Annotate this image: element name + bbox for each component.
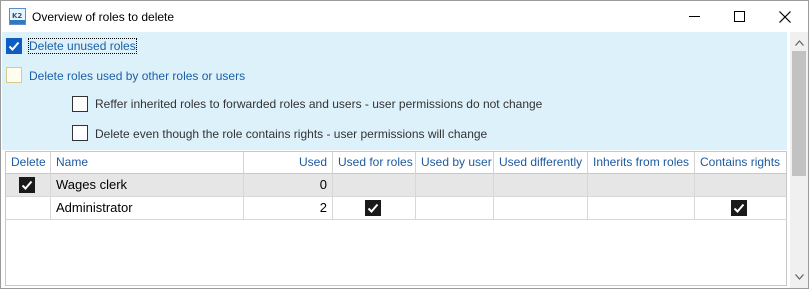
refer-inherited-checkbox[interactable] (72, 96, 88, 112)
cell-name: Wages clerk (51, 174, 244, 196)
delete-with-rights-checkbox[interactable] (72, 125, 88, 141)
app-icon-text: K2 (12, 12, 23, 20)
chevron-up-icon (794, 39, 804, 46)
close-icon (779, 10, 791, 23)
cell-used-for-roles (333, 174, 416, 196)
column-header-contains-rights[interactable]: Contains rights (695, 152, 786, 174)
column-header-used[interactable]: Used (244, 152, 333, 174)
check-icon (733, 203, 745, 213)
k2-app-icon: K2 (9, 8, 26, 25)
cell-used-by-user (416, 197, 494, 219)
close-button[interactable] (762, 1, 808, 32)
table-row[interactable]: Wages clerk 0 (6, 174, 786, 197)
delete-unused-label[interactable]: Delete unused roles (28, 38, 137, 54)
column-header-name[interactable]: Name (51, 152, 244, 174)
scroll-down-button[interactable] (790, 268, 808, 285)
dialog-window: K2 Overview of roles to delete Delete un… (0, 0, 809, 289)
cell-delete[interactable] (6, 197, 51, 219)
options-panel: Delete unused roles Delete roles used by… (2, 32, 787, 150)
minimize-button[interactable] (671, 1, 717, 32)
cell-used: 0 (244, 174, 333, 196)
check-icon (8, 41, 20, 51)
row-contains-rights-checkbox (731, 200, 747, 216)
window-title: Overview of roles to delete (32, 10, 175, 24)
delete-used-label[interactable]: Delete roles used by other roles or user… (29, 69, 245, 83)
roles-grid[interactable]: Delete Name Used Used for roles Used by … (5, 151, 787, 286)
maximize-icon (733, 11, 745, 22)
chevron-down-icon (794, 273, 804, 280)
minimize-icon (688, 16, 700, 17)
column-header-delete[interactable]: Delete (6, 152, 51, 174)
cell-used: 2 (244, 197, 333, 219)
column-header-used-differently[interactable]: Used differently (494, 152, 588, 174)
maximize-button[interactable] (716, 1, 762, 32)
title-bar[interactable]: K2 Overview of roles to delete (1, 1, 808, 32)
cell-inherits-from-roles (588, 197, 695, 219)
column-header-inherits-from-roles[interactable]: Inherits from roles (588, 152, 695, 174)
cell-delete[interactable] (6, 174, 51, 196)
cell-name: Administrator (51, 197, 244, 219)
column-header-used-for-roles[interactable]: Used for roles (333, 152, 416, 174)
delete-used-checkbox[interactable] (6, 67, 22, 83)
row-delete-checkbox[interactable] (19, 177, 35, 193)
table-row[interactable]: Administrator 2 (6, 197, 786, 220)
delete-with-rights-label[interactable]: Delete even though the role contains rig… (95, 127, 487, 141)
vertical-scrollbar[interactable] (790, 32, 808, 288)
cell-used-for-roles (333, 197, 416, 219)
cell-used-differently (494, 197, 588, 219)
grid-header: Delete Name Used Used for roles Used by … (6, 152, 786, 174)
cell-inherits-from-roles (588, 174, 695, 196)
cell-used-by-user (416, 174, 494, 196)
refer-inherited-label[interactable]: Reffer inherited roles to forwarded role… (95, 97, 542, 111)
app-icon-bar (10, 20, 25, 24)
check-icon (367, 203, 379, 213)
cell-contains-rights (695, 197, 786, 219)
cell-contains-rights (695, 174, 786, 196)
cell-used-differently (494, 174, 588, 196)
check-icon (21, 180, 33, 190)
row-used-for-roles-checkbox (365, 200, 381, 216)
scroll-up-button[interactable] (790, 34, 808, 51)
column-header-used-by-user[interactable]: Used by user (416, 152, 494, 174)
scrollbar-thumb[interactable] (792, 51, 806, 176)
delete-unused-checkbox[interactable] (6, 38, 22, 54)
